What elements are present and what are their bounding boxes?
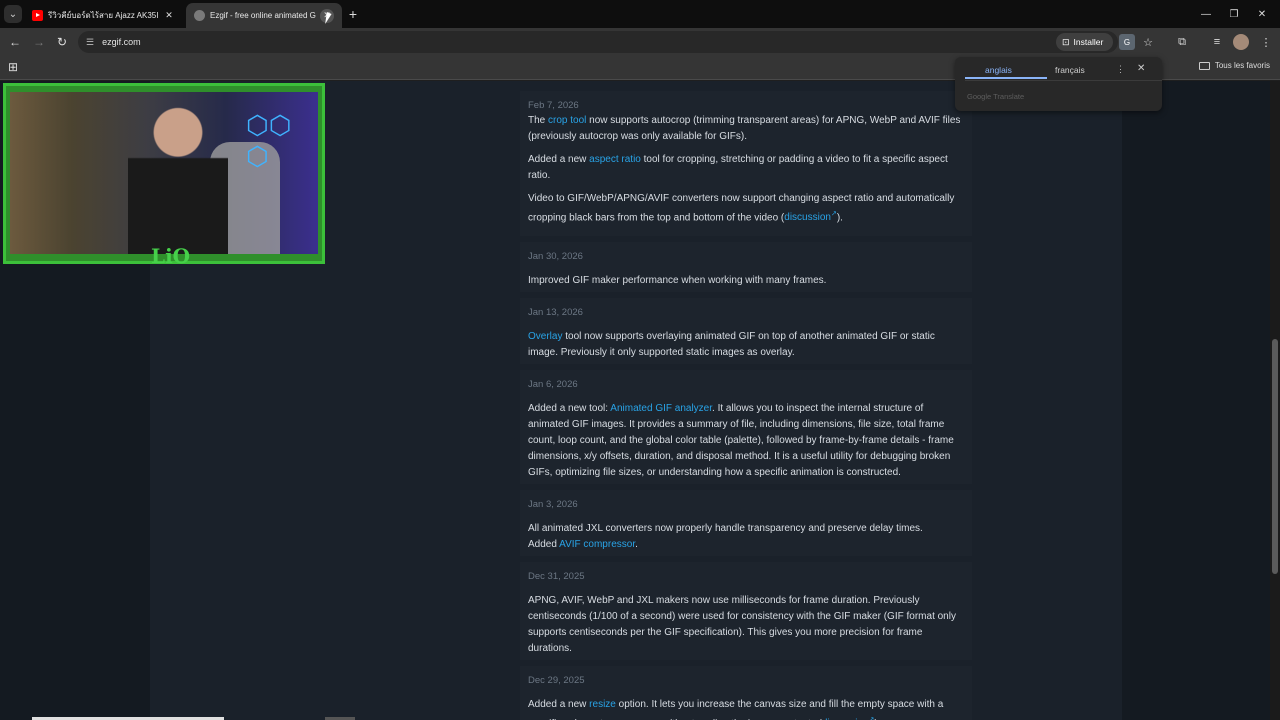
- news-entry: Dec 29, 2025 Added a new resize option. …: [520, 666, 972, 720]
- translate-tab-target[interactable]: français: [1055, 65, 1085, 75]
- entry-text: Added a new tool: Animated GIF analyzer.…: [528, 403, 954, 478]
- tab-title: รีวิวคีย์บอร์ดไร้สาย Ajazz AK35I V.2: [48, 11, 158, 20]
- all-bookmarks-button[interactable]: Tous les favoris: [1198, 61, 1270, 70]
- divider: [965, 80, 1162, 81]
- menu-icon[interactable]: ⋮: [1258, 34, 1274, 50]
- more-options-icon[interactable]: ⋮: [1116, 64, 1125, 75]
- entry-text: Overlay tool now supports overlaying ani…: [528, 331, 935, 358]
- hexagon-lights: ⬡⬡ ⬡: [246, 110, 292, 171]
- reload-icon[interactable]: ↻: [53, 33, 71, 51]
- gif-analyzer-link[interactable]: Animated GIF analyzer: [610, 403, 712, 414]
- all-bookmarks-label: Tous les favoris: [1214, 61, 1270, 70]
- tab-title: Ezgif - free online animated GIF: [210, 11, 316, 20]
- site-info-icon[interactable]: ☰: [86, 37, 94, 48]
- entry-text: Added a new resize option. It lets you i…: [528, 697, 964, 720]
- entry-text: The crop tool now supports autocrop (tri…: [528, 115, 961, 142]
- news-entry: Jan 6, 2026 Added a new tool: Animated G…: [520, 370, 972, 484]
- youtube-icon: [32, 10, 43, 21]
- entry-date: Dec 29, 2025: [528, 675, 585, 686]
- webcam-video: ⬡⬡ ⬡: [10, 92, 318, 254]
- star-icon[interactable]: ☆: [1140, 34, 1156, 50]
- translate-tab-source[interactable]: anglais: [985, 65, 1012, 75]
- page-scrollbar[interactable]: [1270, 81, 1280, 720]
- entry-date: Jan 6, 2026: [528, 379, 578, 390]
- streamer-logo: LiO: [151, 244, 191, 268]
- entry-text: APNG, AVIF, WebP and JXL makers now use …: [528, 595, 956, 654]
- folder-icon: [1198, 61, 1210, 70]
- tab-search-icon[interactable]: ⌄: [4, 5, 22, 23]
- install-label: Installer: [1073, 37, 1104, 47]
- apps-icon[interactable]: ⊞: [8, 60, 18, 74]
- close-icon[interactable]: ✕: [1137, 63, 1145, 74]
- translate-popup: anglais français ⋮ ✕ Google Translate: [955, 57, 1162, 111]
- tab-strip: ⌄ รีวิวคีย์บอร์ดไร้สาย Ajazz AK35I V.2 ✕…: [0, 0, 1280, 28]
- new-tab-button[interactable]: +: [345, 6, 361, 22]
- news-entry: Jan 30, 2026 Improved GIF maker performa…: [520, 242, 972, 292]
- url-text: ezgif.com: [102, 37, 141, 47]
- streamer: [128, 98, 228, 254]
- news-entry: Dec 31, 2025 APNG, AVIF, WebP and JXL ma…: [520, 562, 972, 660]
- back-icon[interactable]: ←: [6, 33, 24, 51]
- avif-compressor-link[interactable]: AVIF compressor: [559, 539, 635, 550]
- entry-date: Feb 7, 2026: [528, 100, 579, 111]
- entry-text: Improved GIF maker performance when work…: [528, 275, 827, 286]
- active-tab-indicator: [965, 77, 1047, 79]
- scrollbar-thumb[interactable]: [1272, 339, 1278, 574]
- install-button[interactable]: ⊡ Installer: [1056, 33, 1113, 51]
- entry-date: Jan 13, 2026: [528, 307, 583, 318]
- entry-text: Added a new aspect ratio tool for croppi…: [528, 154, 948, 181]
- discussion-link[interactable]: discussion↗: [784, 211, 837, 223]
- entry-text: Video to GIF/WebP/APNG/AVIF converters n…: [528, 193, 955, 224]
- install-icon: ⊡: [1062, 36, 1070, 47]
- media-icon[interactable]: ≡: [1209, 34, 1225, 50]
- entry-date: Jan 30, 2026: [528, 251, 583, 262]
- tab-close-icon[interactable]: ✕: [162, 9, 176, 23]
- translate-icon[interactable]: G: [1119, 34, 1135, 50]
- tab-ezgif[interactable]: Ezgif - free online animated GIF ✕: [186, 3, 342, 28]
- tab-youtube[interactable]: รีวิวคีย์บอร์ดไร้สาย Ajazz AK35I V.2 ✕: [24, 3, 184, 28]
- extensions-icon[interactable]: ⧉: [1174, 34, 1190, 50]
- forward-icon[interactable]: →: [30, 33, 48, 51]
- address-bar[interactable]: ☰ ezgif.com: [78, 31, 1118, 53]
- entry-date: Dec 31, 2025: [528, 571, 585, 582]
- entry-text: Added AVIF compressor.: [528, 539, 638, 550]
- overlay-link[interactable]: Overlay: [528, 331, 562, 342]
- avatar-icon[interactable]: [1233, 34, 1249, 50]
- webcam-overlay: ⬡⬡ ⬡ LiO: [3, 83, 325, 268]
- browser-toolbar: ← → ↻ ☰ ezgif.com ⊡ Installer G ☆ ⧉ ≡ ⋮: [0, 28, 1280, 56]
- entry-text: All animated JXL converters now properly…: [528, 523, 923, 534]
- news-entry: Feb 7, 2026 The crop tool now supports a…: [520, 91, 972, 236]
- news-entry: Jan 3, 2026 All animated JXL converters …: [520, 490, 972, 556]
- resize-link[interactable]: resize: [589, 699, 616, 710]
- entry-date: Jan 3, 2026: [528, 499, 578, 510]
- close-icon[interactable]: ✕: [1244, 0, 1280, 28]
- news-entry: Jan 13, 2026 Overlay tool now supports o…: [520, 298, 972, 364]
- aspect-ratio-link[interactable]: aspect ratio: [589, 154, 641, 165]
- google-translate-label: Google Translate: [967, 92, 1025, 101]
- crop-tool-link[interactable]: crop tool: [548, 115, 586, 126]
- ezgif-favicon-icon: [194, 10, 205, 21]
